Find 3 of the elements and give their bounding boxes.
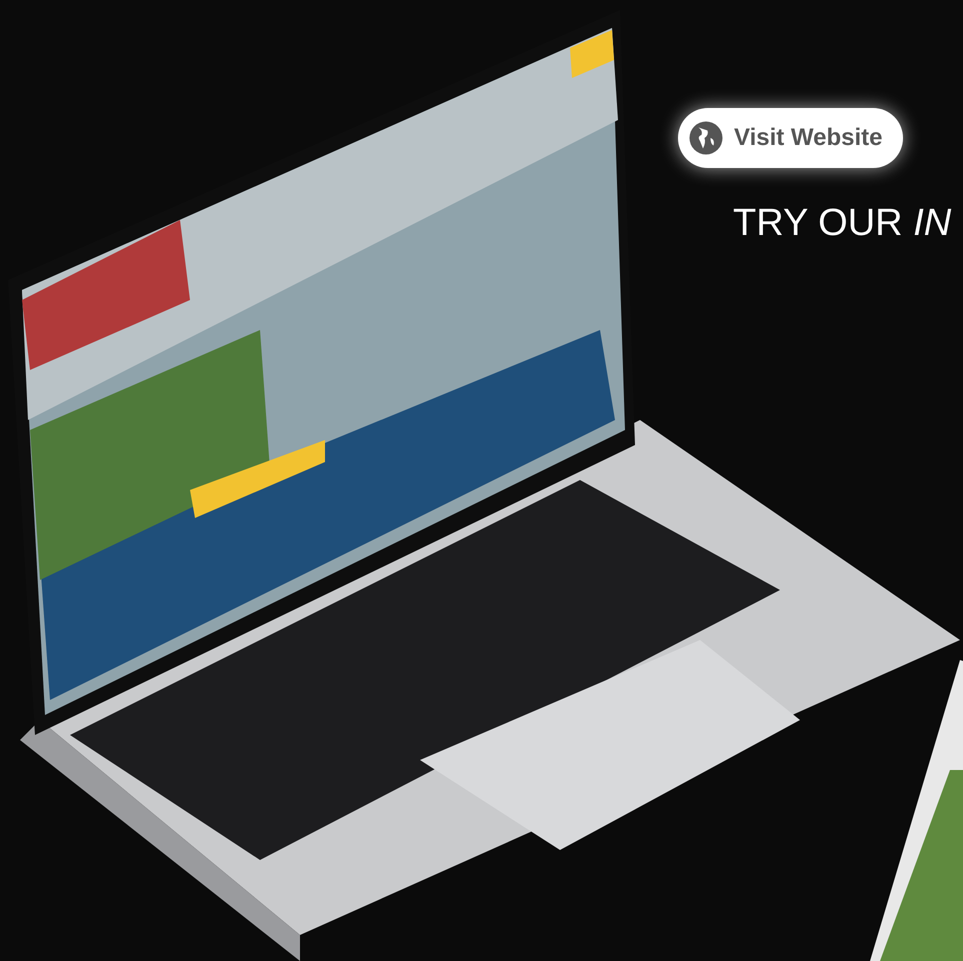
heading: TRY OUR IN — [733, 202, 952, 245]
globe-icon — [688, 120, 724, 156]
visit-website-button[interactable]: Visit Website — [678, 108, 902, 168]
